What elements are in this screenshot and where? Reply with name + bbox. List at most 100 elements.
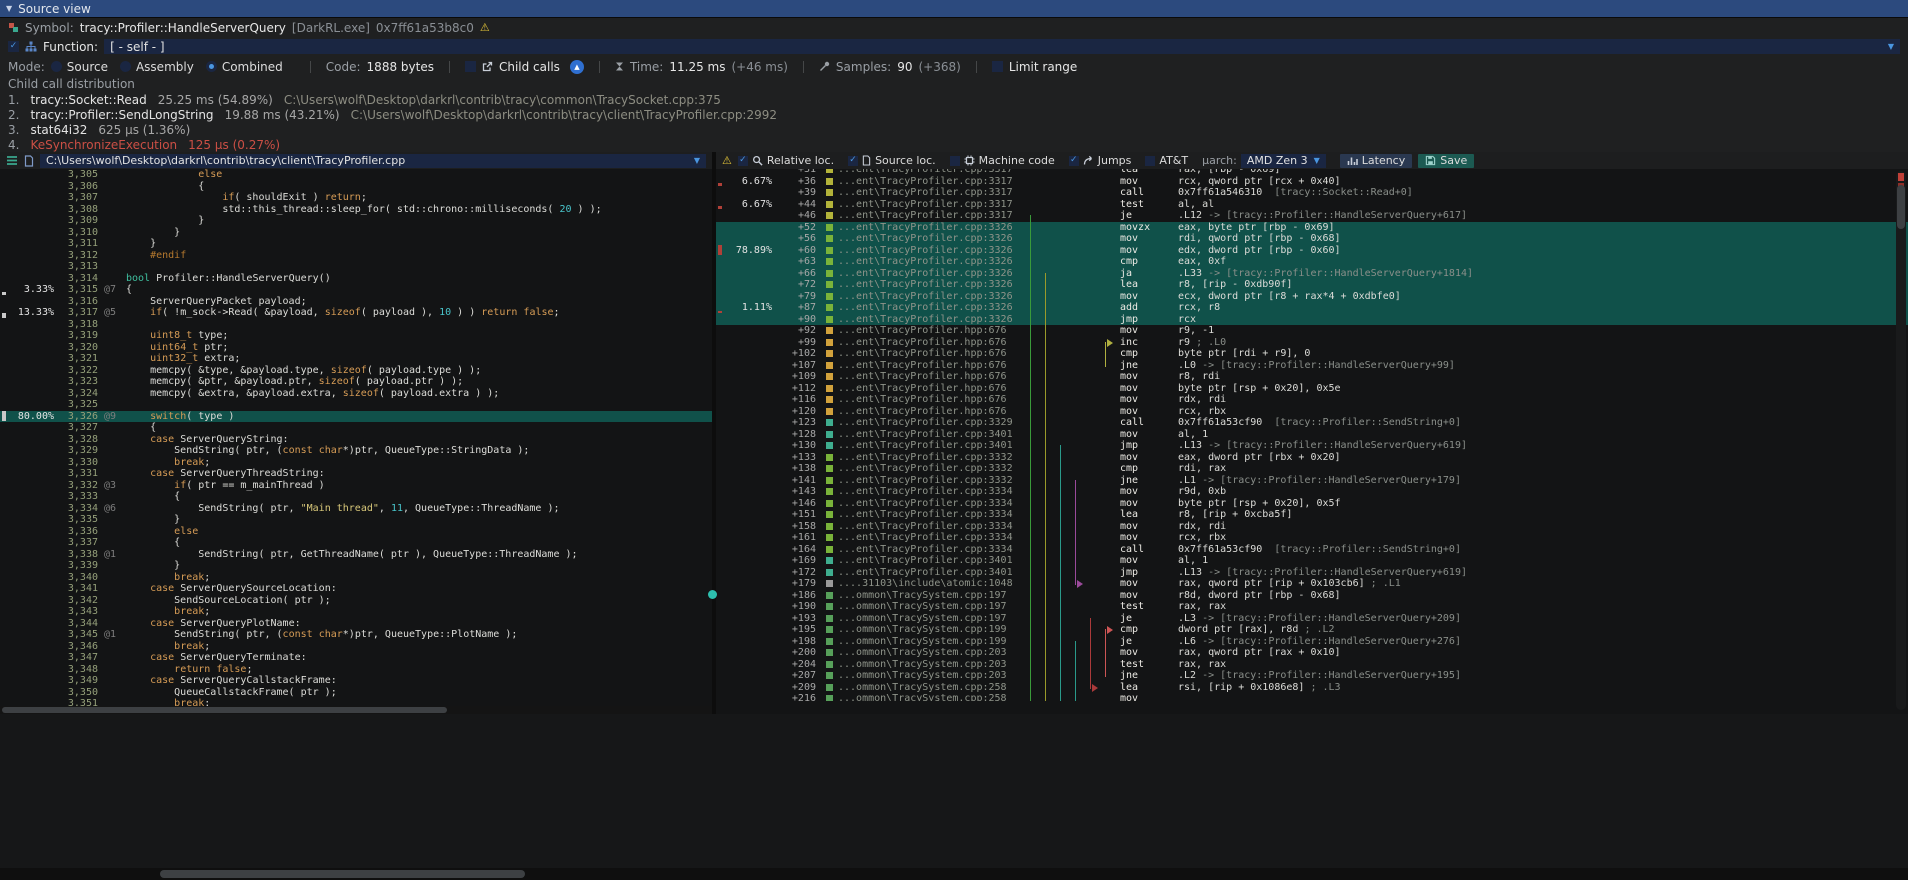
- asm-line[interactable]: +179....31103\include\atomic:1048movrax,…: [716, 578, 1908, 590]
- asm-line[interactable]: +107...ent\TracyProfiler.hpp:676jne.L0 -…: [716, 360, 1908, 372]
- asm-line[interactable]: +161...ent\TracyProfiler.cpp:3334movrcx,…: [716, 532, 1908, 544]
- chevron-down-icon[interactable]: ▼: [1314, 156, 1320, 165]
- asm-line[interactable]: +200...ommon\TracySystem.cpp:203movrax, …: [716, 647, 1908, 659]
- asm-line[interactable]: +102...ent\TracyProfiler.hpp:676cmpbyte …: [716, 348, 1908, 360]
- uarch-combo[interactable]: AMD Zen 3 ▼: [1241, 154, 1326, 168]
- source-line[interactable]: 3,344 case ServerQueryPlotName:: [0, 618, 712, 630]
- scrollbar-thumb[interactable]: [2, 707, 447, 713]
- source-line[interactable]: 3,325: [0, 399, 712, 411]
- mode-radio-assembly[interactable]: Assembly: [120, 60, 194, 74]
- jumps-toggle[interactable]: Jumps: [1069, 154, 1132, 167]
- asm-line[interactable]: +169...ent\TracyProfiler.cpp:3401moval, …: [716, 555, 1908, 567]
- asm-line[interactable]: +190...ommon\TracySystem.cpp:197testrax,…: [716, 601, 1908, 613]
- source-line[interactable]: 3,336 else: [0, 526, 712, 538]
- source-line[interactable]: 3,331 case ServerQueryThreadString:: [0, 468, 712, 480]
- source-line[interactable]: 13.33%3,317@5 if( !m_sock->Read( &payloa…: [0, 307, 712, 319]
- source-line[interactable]: 3,327 {: [0, 422, 712, 434]
- source-line[interactable]: 3,307 if( shouldExit ) return;: [0, 192, 712, 204]
- source-line[interactable]: 3,334@6 SendString( ptr, "Main thread", …: [0, 503, 712, 515]
- source-line[interactable]: 3,323 memcpy( &ptr, &payload.ptr, sizeof…: [0, 376, 712, 388]
- source-line[interactable]: 3,348 return false;: [0, 664, 712, 676]
- asm-line[interactable]: +92...ent\TracyProfiler.hpp:676movr9, -1: [716, 325, 1908, 337]
- source-line[interactable]: 3,306 {: [0, 181, 712, 193]
- save-button[interactable]: Save: [1418, 154, 1474, 168]
- asm-line[interactable]: +198...ommon\TracySystem.cpp:199je.L6 ->…: [716, 636, 1908, 648]
- scrollbar-thumb[interactable]: [160, 870, 525, 878]
- asm-line[interactable]: 6.67%+44...ent\TracyProfiler.cpp:3317tes…: [716, 199, 1908, 211]
- file-list-icon[interactable]: [6, 155, 18, 166]
- asm-line[interactable]: +66...ent\TracyProfiler.cpp:3326ja.L33 -…: [716, 268, 1908, 280]
- source-line[interactable]: 80.00%3,326@9 switch( type ): [0, 411, 712, 423]
- source-line[interactable]: 3,332@3 if( ptr == m_mainThread ): [0, 480, 712, 492]
- asm-line[interactable]: +123...ent\TracyProfiler.cpp:3329call0x7…: [716, 417, 1908, 429]
- asm-line[interactable]: +164...ent\TracyProfiler.cpp:3334call0x7…: [716, 544, 1908, 556]
- asm-line[interactable]: +52...ent\TracyProfiler.cpp:3326movzxeax…: [716, 222, 1908, 234]
- relative-loc-checkbox[interactable]: [738, 156, 748, 166]
- source-line[interactable]: 3,310 }: [0, 227, 712, 239]
- mode-radio-combined[interactable]: Combined: [206, 60, 283, 74]
- asm-line[interactable]: +158...ent\TracyProfiler.cpp:3334movrdx,…: [716, 521, 1908, 533]
- source-line[interactable]: 3,308 std::this_thread::sleep_for( std::…: [0, 204, 712, 216]
- asm-line[interactable]: +116...ent\TracyProfiler.hpp:676movrdx, …: [716, 394, 1908, 406]
- source-line[interactable]: 3,340 break;: [0, 572, 712, 584]
- source-line[interactable]: 3,311 }: [0, 238, 712, 250]
- latency-button[interactable]: Latency: [1340, 154, 1412, 168]
- jumps-checkbox[interactable]: [1069, 156, 1079, 166]
- source-line[interactable]: 3,349 case ServerQueryCallstackFrame:: [0, 675, 712, 687]
- source-line[interactable]: 3,350 QueueCallstackFrame( ptr );: [0, 687, 712, 699]
- source-line[interactable]: 3,337 {: [0, 537, 712, 549]
- source-line[interactable]: 3,318: [0, 319, 712, 331]
- source-loc-checkbox[interactable]: [848, 156, 858, 166]
- asm-line[interactable]: +79...ent\TracyProfiler.cpp:3326movecx, …: [716, 291, 1908, 303]
- asm-line[interactable]: +109...ent\TracyProfiler.hpp:676movr8, r…: [716, 371, 1908, 383]
- asm-line[interactable]: +46...ent\TracyProfiler.cpp:3317je.L12 -…: [716, 210, 1908, 222]
- chevron-down-icon[interactable]: ▼: [1888, 42, 1894, 51]
- asm-line[interactable]: +193...ommon\TracySystem.cpp:197je.L3 ->…: [716, 613, 1908, 625]
- source-line[interactable]: 3,345@1 SendString( ptr, (const char*)pt…: [0, 629, 712, 641]
- asm-line[interactable]: +128...ent\TracyProfiler.cpp:3401moval, …: [716, 429, 1908, 441]
- machine-code-toggle[interactable]: Machine code: [950, 154, 1055, 167]
- chevron-down-icon[interactable]: ▼: [694, 156, 700, 165]
- asm-line[interactable]: +141...ent\TracyProfiler.cpp:3332jne.L1 …: [716, 475, 1908, 487]
- source-line[interactable]: 3,314bool Profiler::HandleServerQuery(): [0, 273, 712, 285]
- function-combo[interactable]: [ - self - ] ▼: [104, 39, 1900, 54]
- child-call-row[interactable]: 2.tracy::Profiler::SendLongString19.88 m…: [0, 107, 1908, 122]
- source-line[interactable]: 3,341 case ServerQuerySourceLocation:: [0, 583, 712, 595]
- child-calls-checkbox[interactable]: [465, 61, 476, 72]
- asm-line[interactable]: 78.89%+60...ent\TracyProfiler.cpp:3326mo…: [716, 245, 1908, 257]
- propagate-up-button[interactable]: ▲: [570, 60, 584, 74]
- source-line[interactable]: 3,320 uint64_t ptr;: [0, 342, 712, 354]
- asm-line[interactable]: +130...ent\TracyProfiler.cpp:3401jmp.L13…: [716, 440, 1908, 452]
- source-loc-toggle[interactable]: Source loc.: [848, 154, 936, 167]
- asm-line[interactable]: +120...ent\TracyProfiler.hpp:676movrcx, …: [716, 406, 1908, 418]
- collapse-icon[interactable]: ▼: [6, 4, 12, 13]
- asm-line[interactable]: +209...ommon\TracySystem.cpp:258learsi, …: [716, 682, 1908, 694]
- att-checkbox[interactable]: [1145, 156, 1155, 166]
- child-call-row[interactable]: 1.tracy::Socket::Read25.25 ms (54.89%)C:…: [0, 92, 1908, 107]
- source-line[interactable]: 3,338@1 SendString( ptr, GetThreadName( …: [0, 549, 712, 561]
- asm-line[interactable]: +99...ent\TracyProfiler.hpp:676incr9 ; .…: [716, 337, 1908, 349]
- limit-range-checkbox[interactable]: [992, 61, 1003, 72]
- source-line[interactable]: 3.33%3,315@7{: [0, 284, 712, 296]
- asm-line[interactable]: +195...ommon\TracySystem.cpp:199cmpdword…: [716, 624, 1908, 636]
- asm-line[interactable]: +133...ent\TracyProfiler.cpp:3332moveax,…: [716, 452, 1908, 464]
- source-line[interactable]: 3,347 case ServerQueryTerminate:: [0, 652, 712, 664]
- machine-code-checkbox[interactable]: [950, 156, 960, 166]
- child-call-row[interactable]: 3.stat64i32625 μs (1.36%): [0, 122, 1908, 137]
- relative-loc-toggle[interactable]: Relative loc.: [738, 154, 834, 167]
- asm-line[interactable]: +39...ent\TracyProfiler.cpp:3317call0x7f…: [716, 187, 1908, 199]
- asm-line[interactable]: +112...ent\TracyProfiler.hpp:676movbyte …: [716, 383, 1908, 395]
- source-line[interactable]: 3,333 {: [0, 491, 712, 503]
- asm-line[interactable]: +186...ommon\TracySystem.cpp:197movr8d, …: [716, 590, 1908, 602]
- source-line[interactable]: 3,309 }: [0, 215, 712, 227]
- source-line[interactable]: 3,305 else: [0, 169, 712, 181]
- asm-line[interactable]: 1.11%+87...ent\TracyProfiler.cpp:3326add…: [716, 302, 1908, 314]
- source-line[interactable]: 3,322 memcpy( &type, &payload.type, size…: [0, 365, 712, 377]
- source-line[interactable]: 3,321 uint32_t extra;: [0, 353, 712, 365]
- source-line[interactable]: 3,329 SendString( ptr, (const char*)ptr,…: [0, 445, 712, 457]
- att-toggle[interactable]: AT&T: [1145, 154, 1188, 167]
- asm-line[interactable]: +172...ent\TracyProfiler.cpp:3401jmp.L13…: [716, 567, 1908, 579]
- asm-line[interactable]: +72...ent\TracyProfiler.cpp:3326lear8, […: [716, 279, 1908, 291]
- asm-line[interactable]: 6.67%+36...ent\TracyProfiler.cpp:3317mov…: [716, 176, 1908, 188]
- source-line[interactable]: 3,346 break;: [0, 641, 712, 653]
